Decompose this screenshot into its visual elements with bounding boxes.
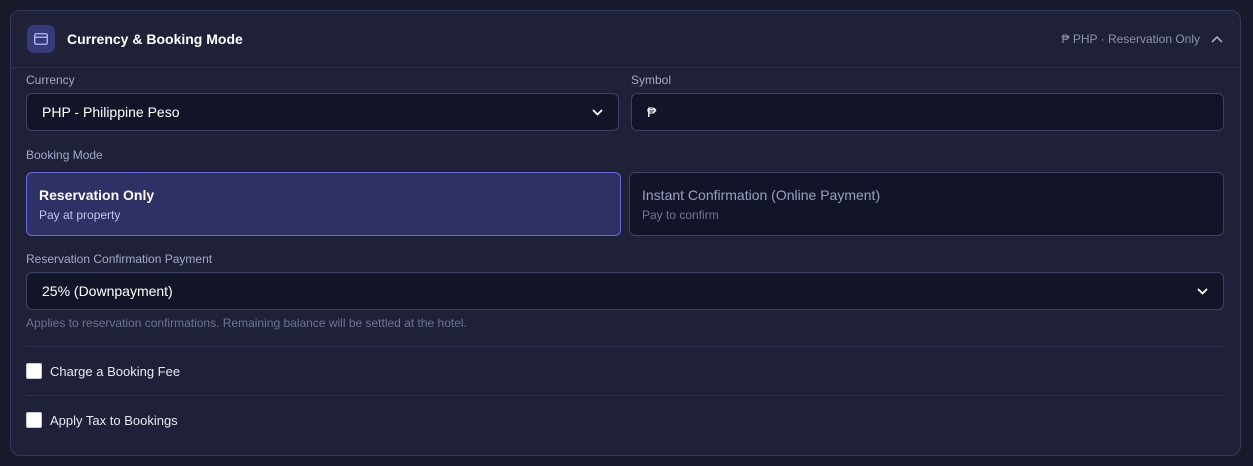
mode-subtitle: Pay at property (39, 208, 121, 222)
chevron-up-icon[interactable] (1210, 32, 1224, 46)
symbol-input[interactable]: ₱ (631, 93, 1224, 131)
divider (26, 346, 1224, 347)
currency-label: Currency (26, 73, 75, 87)
currency-booking-card: Currency & Booking Mode ₱ PHP · Reservat… (10, 10, 1241, 456)
booking-fee-label: Charge a Booking Fee (50, 363, 181, 379)
booking-mode-reservation-only[interactable]: Reservation Only Pay at property (26, 172, 621, 236)
reservation-payment-select[interactable]: 25% (Downpayment) (26, 272, 1224, 310)
section-header[interactable]: Currency & Booking Mode ₱ PHP · Reservat… (11, 11, 1240, 68)
booking-fee-toggle[interactable]: Charge a Booking Fee (26, 363, 180, 379)
symbol-label: Symbol (631, 73, 672, 87)
divider (26, 395, 1224, 396)
booking-fee-checkbox[interactable] (26, 363, 42, 379)
mode-title: Reservation Only (39, 187, 155, 203)
tax-checkbox[interactable] (26, 412, 42, 428)
reservation-payment-help: Applies to reservation confirmations. Re… (26, 316, 467, 330)
section-summary: ₱ PHP · Reservation Only (1061, 32, 1201, 46)
currency-selected-value: PHP - Philippine Peso (42, 104, 180, 120)
reservation-payment-label: Reservation Confirmation Payment (26, 252, 213, 266)
mode-title: Instant Confirmation (Online Payment) (642, 187, 881, 203)
credit-card-icon (27, 25, 55, 53)
tax-toggle[interactable]: Apply Tax to Bookings (26, 412, 178, 428)
booking-mode-label: Booking Mode (26, 148, 103, 162)
tax-label: Apply Tax to Bookings (50, 412, 178, 428)
reservation-payment-selected-value: 25% (Downpayment) (42, 283, 173, 299)
chevron-down-icon (591, 106, 603, 118)
symbol-value: ₱ (647, 104, 657, 120)
booking-mode-instant-confirmation[interactable]: Instant Confirmation (Online Payment) Pa… (629, 172, 1224, 236)
mode-subtitle: Pay to confirm (642, 208, 719, 222)
section-title: Currency & Booking Mode (67, 31, 243, 47)
chevron-down-icon (1196, 285, 1208, 297)
currency-select[interactable]: PHP - Philippine Peso (26, 93, 619, 131)
